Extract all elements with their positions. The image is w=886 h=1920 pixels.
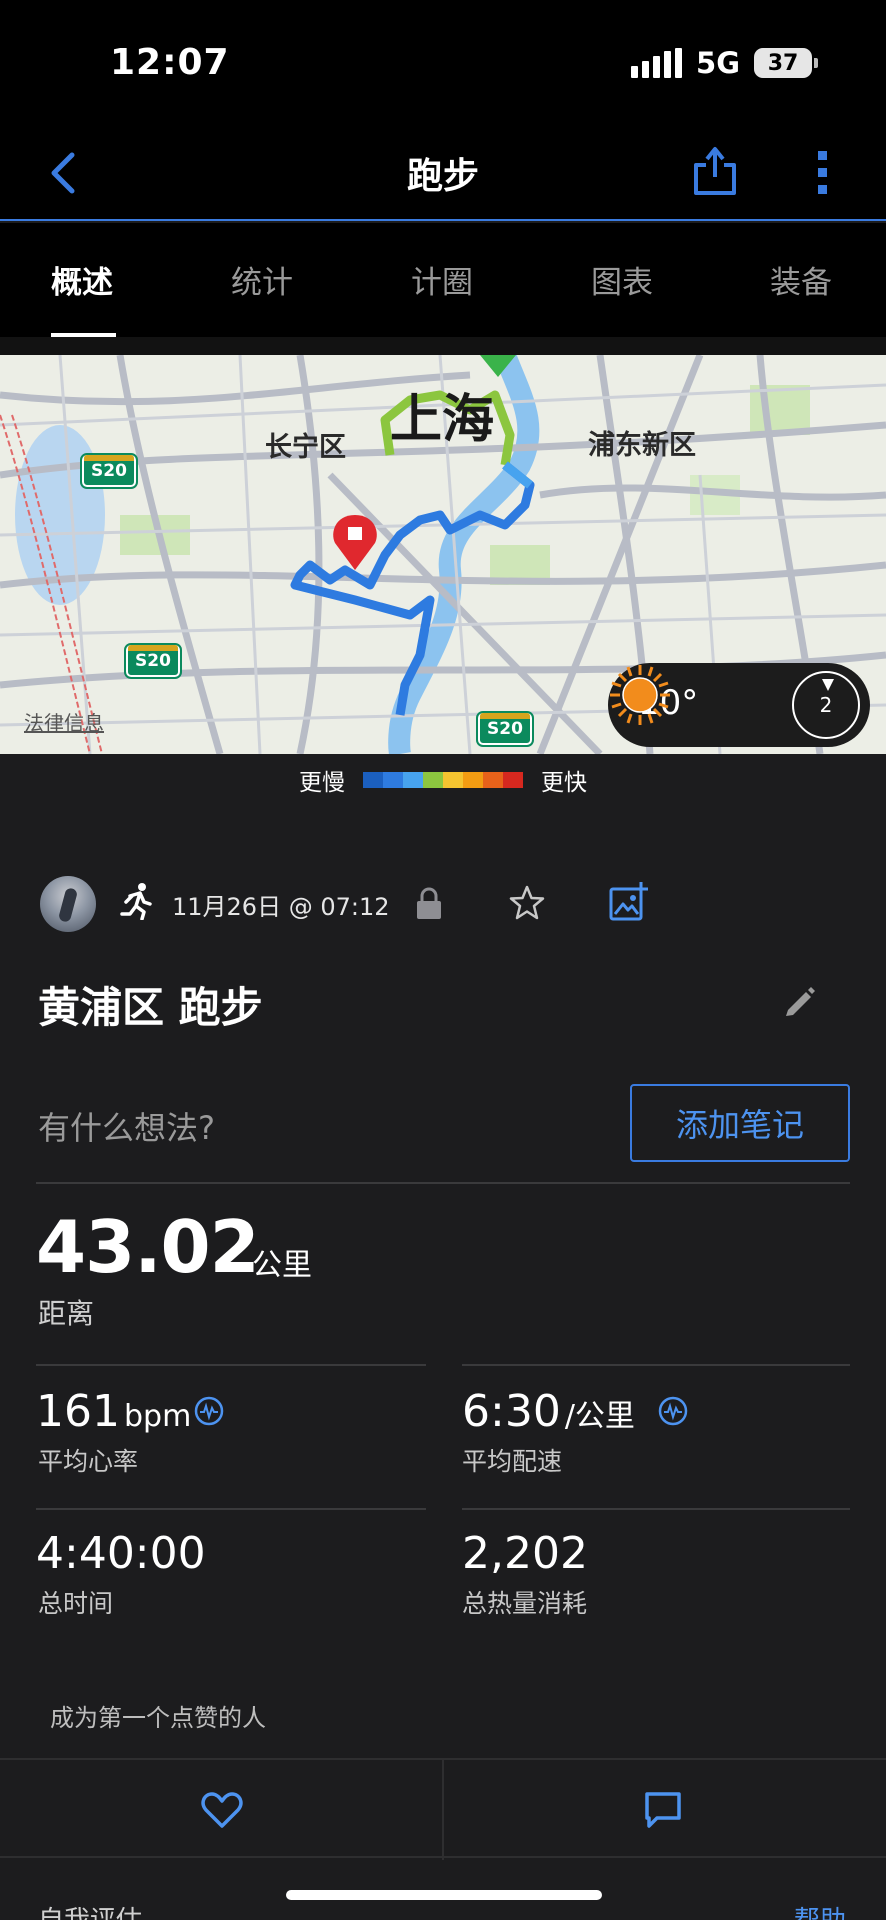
share-icon[interactable] (690, 143, 740, 199)
map-label-shanghai: 上海 (390, 390, 495, 450)
activity-title: 黄浦区 跑步 (38, 983, 263, 1032)
highway-shield: S20 (124, 643, 182, 679)
page-title: 跑步 (406, 156, 479, 197)
status-indicators: 5G 37 (631, 46, 818, 80)
pace-color-bar (363, 772, 523, 788)
map-label-pudong: 浦东新区 (588, 430, 696, 461)
pace-legend: 更慢 更快 (0, 754, 886, 806)
avg-hr-unit: bpm (123, 1399, 192, 1434)
pace-color-swatch (483, 772, 503, 788)
pace-fast-label: 更快 (541, 770, 587, 796)
action-bar (0, 1758, 886, 1860)
network-type: 5G (696, 46, 740, 80)
avatar[interactable] (40, 876, 96, 932)
pace-color-swatch (403, 772, 423, 788)
pace-color-swatch (463, 772, 483, 788)
divider (0, 337, 886, 355)
likes-text[interactable]: 成为第一个点赞的人 (50, 1698, 266, 1733)
pencil-icon[interactable] (782, 984, 816, 1018)
sun-icon (610, 665, 670, 725)
status-bar: 12:07 5G 37 (0, 0, 886, 125)
heart-icon[interactable] (200, 1790, 244, 1830)
nav-bar: 跑步 (0, 125, 886, 221)
total-time-value: 4:40:00 (36, 1528, 206, 1579)
status-time: 12:07 (110, 42, 230, 83)
avg-pace-value: 6:30 (462, 1386, 561, 1437)
avg-pace-stat: 6:30/公里 (462, 1386, 635, 1437)
add-note-button[interactable]: 添加笔记 (630, 1084, 850, 1162)
calories-value: 2,202 (462, 1528, 588, 1579)
distance-value: 43.02 (36, 1205, 260, 1289)
distance-label: 距离 (38, 1297, 95, 1330)
end-pin-icon (333, 515, 377, 570)
weather-badge[interactable]: 10° 2 (608, 663, 870, 747)
divider (462, 1364, 850, 1366)
divider (36, 1364, 426, 1366)
tab-gear[interactable]: 装备 (770, 257, 832, 302)
calories-label: 总热量消耗 (462, 1589, 588, 1618)
pace-color-swatch (383, 772, 403, 788)
avg-hr-stat: 161 bpm (36, 1386, 191, 1437)
divider (36, 1182, 850, 1184)
park (750, 385, 810, 435)
comment-icon[interactable] (643, 1790, 683, 1830)
tab-bar: 概述 统计 计圈 图表 装备 (0, 223, 886, 337)
divider (442, 1760, 444, 1860)
tab-overview[interactable]: 概述 (51, 257, 113, 302)
route-map[interactable]: 长宁区 上海 浦东新区 S20 S20 S20 法律信息 10° 2 (0, 355, 886, 754)
star-icon[interactable] (508, 884, 546, 922)
thoughts-prompt[interactable]: 有什么想法? (38, 1103, 215, 1149)
pace-color-swatch (443, 772, 463, 788)
signal-icon (631, 48, 683, 78)
running-icon (120, 883, 152, 920)
total-time-label: 总时间 (38, 1589, 114, 1618)
tab-charts[interactable]: 图表 (591, 257, 653, 302)
home-indicator (286, 1890, 602, 1900)
avg-hr-label: 平均心率 (38, 1447, 139, 1476)
heart-rate-source-icon[interactable] (194, 1396, 224, 1426)
avg-pace-unit: /公里 (564, 1399, 635, 1434)
pace-color-swatch (423, 772, 443, 788)
activity-datetime: 11月26日 @ 07:12 (172, 893, 390, 921)
map-label-changning: 长宁区 (265, 432, 346, 463)
highway-shield: S20 (476, 711, 534, 747)
end-pin-square (348, 527, 362, 540)
pace-color-swatch (503, 772, 523, 788)
highway-shield: S20 (80, 453, 138, 489)
divider (462, 1508, 850, 1510)
tab-stats[interactable]: 统计 (231, 257, 293, 302)
wind-icon: 2 (792, 671, 860, 739)
pace-source-icon[interactable] (658, 1396, 688, 1426)
add-photo-icon[interactable] (608, 880, 650, 922)
distance-unit: 公里 (252, 1248, 312, 1283)
battery-icon: 37 (754, 48, 818, 78)
help-link[interactable]: 帮助 (794, 1900, 846, 1920)
tab-laps[interactable]: 计圈 (411, 257, 473, 302)
lock-icon[interactable] (414, 886, 444, 920)
self-evaluation-heading: 自我评估 (38, 1900, 142, 1920)
avg-hr-value: 161 (36, 1386, 120, 1437)
pace-slow-label: 更慢 (299, 770, 345, 796)
more-vertical-icon[interactable] (806, 147, 840, 199)
divider (36, 1508, 426, 1510)
pace-color-swatch (363, 772, 383, 788)
avg-pace-label: 平均配速 (462, 1447, 563, 1476)
legal-info-link[interactable]: 法律信息 (24, 707, 104, 736)
